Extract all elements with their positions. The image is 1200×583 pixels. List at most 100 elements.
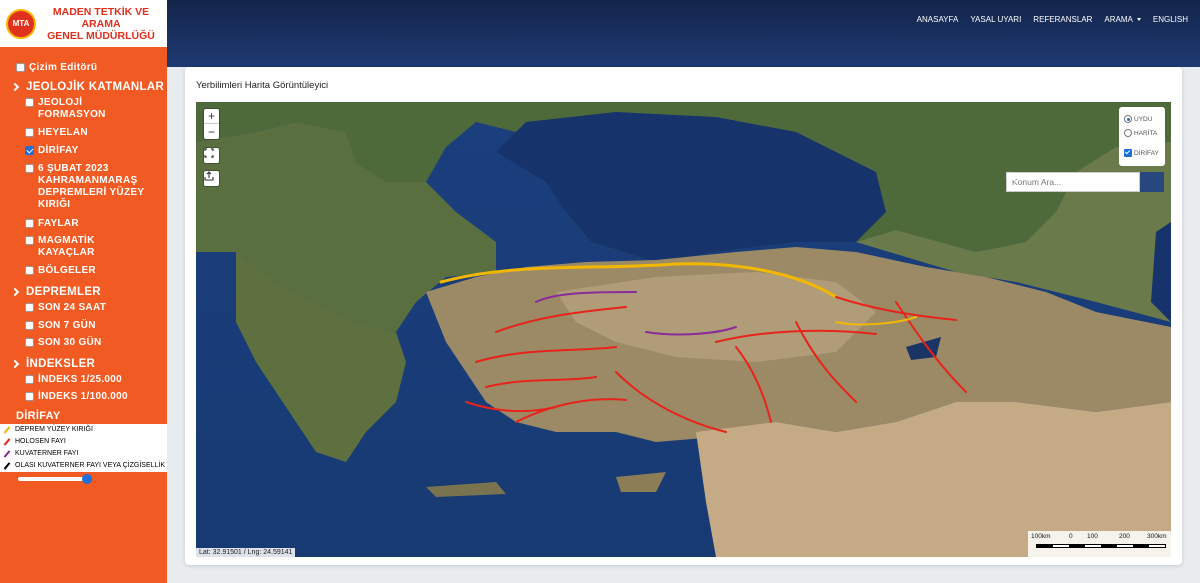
- card-title: Yerbilimleri Harita Görüntüleyici: [196, 80, 329, 91]
- layer-bolgeler[interactable]: BÖLGELER: [25, 265, 96, 277]
- layer-label: SON 24 SAAT: [38, 302, 107, 313]
- legend-swatch: [3, 461, 11, 470]
- mta-logo-icon: MTA: [6, 8, 36, 39]
- legend-label: HOLOSEN FAYI: [15, 438, 66, 445]
- layer-label: BÖLGELER: [38, 265, 96, 276]
- location-search-input[interactable]: Konum Ara...: [1006, 172, 1140, 192]
- satellite-radio[interactable]: [1124, 115, 1132, 123]
- dirifay-checkbox[interactable]: [1124, 149, 1132, 157]
- map-radio[interactable]: [1124, 129, 1132, 137]
- legend-label: DEPREM YÜZEY KIRIĞI: [15, 426, 93, 433]
- layer-checkbox[interactable]: [25, 266, 34, 275]
- section-indexes[interactable]: İNDEKSLER: [10, 358, 96, 370]
- export-button[interactable]: [204, 171, 219, 186]
- index-25000[interactable]: İNDEKS 1/25.000: [25, 374, 122, 386]
- map-label: HARİTA: [1134, 129, 1158, 137]
- eq-last-7d[interactable]: SON 7 GÜN: [25, 320, 96, 332]
- zoom-in-button[interactable]: +: [204, 109, 219, 124]
- layer-checkbox[interactable]: [25, 98, 34, 107]
- location-search-button[interactable]: [1006, 172, 1164, 192]
- sidebar: MTA MADEN TETKİK VE ARAMA GENEL MÜDÜRLÜĞ…: [0, 0, 167, 583]
- section-earthquakes-label: DEPREMLER: [26, 286, 101, 298]
- nav-search-dropdown[interactable]: ARAMA: [1104, 15, 1141, 24]
- layer-switcher: UYDU HARİTA DİRİFAY: [1119, 107, 1165, 166]
- nav-home[interactable]: ANASAYFA: [917, 15, 959, 24]
- logo-title-line1: MADEN TETKİK VE ARAMA: [52, 5, 150, 30]
- legend-item: HOLOSEN FAYI: [3, 437, 66, 446]
- search-icon: [1006, 172, 1017, 183]
- layer-label: JEOLOJİ FORMASYON: [38, 97, 106, 120]
- section-earthquakes[interactable]: DEPREMLER: [10, 286, 101, 298]
- scale-label: 100km: [1031, 533, 1051, 540]
- layer-checkbox[interactable]: [25, 219, 34, 228]
- section-indexes-label: İNDEKSLER: [26, 358, 96, 370]
- legend-title-label: DİRİFAY: [16, 410, 61, 422]
- coordinate-readout: Lat: 32.91501 / Lng: 24.59141: [196, 548, 296, 557]
- nav-references[interactable]: REFERANSLAR: [1033, 15, 1092, 24]
- layer-heyelan[interactable]: HEYELAN: [25, 127, 88, 139]
- layer-magmatik-kayaclar[interactable]: MAGMATİK KAYAÇLAR: [25, 235, 105, 259]
- layer-label: MAGMATİK KAYAÇLAR: [38, 235, 95, 258]
- legend-label: OLASI KUVATERNER FAYI VEYA ÇİZGİSELLİK: [15, 462, 166, 469]
- legend-item: OLASI KUVATERNER FAYI VEYA ÇİZGİSELLİK: [3, 461, 166, 470]
- layer-jeoloji-formasyon[interactable]: JEOLOJİ FORMASYON: [25, 97, 117, 121]
- location-search: Konum Ara...: [1006, 172, 1164, 192]
- legend-title: DİRİFAY: [16, 410, 60, 422]
- layer-checkbox[interactable]: [25, 321, 34, 330]
- section-geology-label: JEOLOJİK KATMANLAR: [26, 81, 165, 93]
- caret-down-icon: [1136, 18, 1141, 21]
- scale-bar: 100km 0 100 200 300km: [1028, 531, 1171, 557]
- basemap-satellite[interactable]: UYDU: [1124, 115, 1152, 123]
- layer-label: DİRİFAY: [38, 145, 79, 156]
- scale-bar-graphic: [1036, 544, 1166, 548]
- layer-checkbox[interactable]: [25, 164, 34, 173]
- fullscreen-icon: [204, 148, 214, 158]
- layer-dirifay[interactable]: DİRİFAY: [25, 145, 79, 157]
- layer-kahramanmaras-surface-rupture[interactable]: 6 ŞUBAT 2023 KAHRAMANMARAŞ DEPREMLERİ YÜ…: [25, 163, 145, 211]
- layer-checkbox[interactable]: [25, 392, 34, 401]
- eq-last-30d[interactable]: SON 30 GÜN: [25, 337, 102, 349]
- index-100000[interactable]: İNDEKS 1/100.000: [25, 391, 128, 403]
- scale-label: 200: [1119, 533, 1130, 540]
- satellite-map-image: [196, 102, 1171, 557]
- logo-title-line2: GENEL MÜDÜRLÜĞÜ: [47, 29, 155, 42]
- opacity-slider[interactable]: [18, 474, 92, 484]
- nav-english-label: ENGLISH: [1152, 15, 1188, 24]
- layer-checkbox[interactable]: [25, 236, 34, 245]
- section-geology[interactable]: JEOLOJİK KATMANLAR: [10, 81, 165, 93]
- legend-item: KUVATERNER FAYI: [3, 449, 79, 458]
- eq-last-24h[interactable]: SON 24 SAAT: [25, 302, 106, 314]
- legend-item: DEPREM YÜZEY KIRIĞI: [3, 425, 93, 434]
- map-viewer[interactable]: + − UYDU HARİTA DİRİFAY Konum Ara... Lat…: [196, 102, 1171, 557]
- nav-home-label: ANASAYFA: [916, 15, 959, 24]
- nav-english[interactable]: ENGLISH: [1153, 15, 1188, 24]
- layer-label: 6 ŞUBAT 2023 KAHRAMANMARAŞ DEPREMLERİ YÜ…: [38, 163, 145, 210]
- drawing-editor-toggle[interactable]: Çizim Editörü: [16, 62, 97, 74]
- layer-label: FAYLAR: [38, 218, 79, 229]
- layer-checkbox[interactable]: [25, 375, 34, 384]
- legend-swatch: [3, 449, 11, 458]
- scale-label: 0: [1069, 533, 1073, 540]
- layer-label: İNDEKS 1/100.000: [38, 391, 128, 402]
- layer-faylar[interactable]: FAYLAR: [25, 218, 79, 230]
- layer-label: İNDEKS 1/25.000: [38, 374, 122, 385]
- layer-checkbox[interactable]: [25, 303, 34, 312]
- layer-checkbox[interactable]: [25, 128, 34, 137]
- overlay-dirifay[interactable]: DİRİFAY: [1124, 149, 1159, 157]
- dirifay-legend: DEPREM YÜZEY KIRIĞI HOLOSEN FAYI KUVATER…: [0, 424, 167, 472]
- drawing-editor-label: Çizim Editörü: [29, 62, 98, 73]
- layer-label: SON 30 GÜN: [38, 337, 102, 348]
- logo[interactable]: MTA MADEN TETKİK VE ARAMA GENEL MÜDÜRLÜĞ…: [0, 0, 167, 47]
- drawing-editor-checkbox[interactable]: [16, 63, 25, 72]
- layer-checkbox-checked[interactable]: [25, 146, 34, 155]
- legend-swatch: [3, 437, 11, 446]
- fullscreen-button[interactable]: [204, 148, 219, 163]
- legend-label: KUVATERNER FAYI: [15, 450, 79, 457]
- satellite-label: UYDU: [1134, 115, 1153, 123]
- basemap-map[interactable]: HARİTA: [1124, 129, 1157, 137]
- opacity-slider-thumb[interactable]: [82, 474, 92, 484]
- nav-legal-label: YASAL UYARI: [970, 15, 1022, 24]
- layer-checkbox[interactable]: [25, 338, 34, 347]
- zoom-out-button[interactable]: −: [204, 124, 219, 139]
- nav-legal[interactable]: YASAL UYARI: [970, 15, 1021, 24]
